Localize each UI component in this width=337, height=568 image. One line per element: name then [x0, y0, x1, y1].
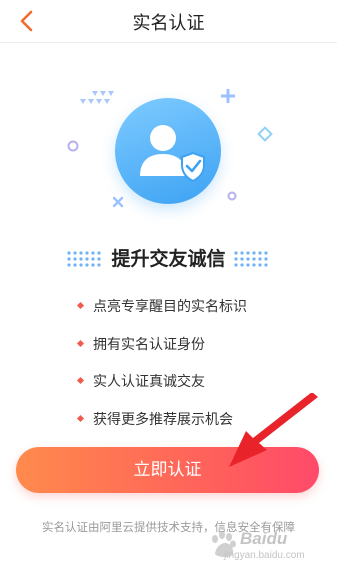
- watermark-brand: Baidu: [240, 529, 288, 548]
- ring-icon: [67, 140, 79, 152]
- small-ring-icon: [227, 191, 237, 201]
- avatar-badge: [115, 98, 221, 204]
- page-title: 实名认证: [132, 13, 205, 34]
- header-bar: 实名认证: [0, 0, 337, 43]
- watermark-url: jingyan.baidu.com: [224, 550, 305, 561]
- benefit-text: 拥有实名认证身份: [93, 336, 205, 353]
- diamond-bullet-icon: [76, 376, 85, 385]
- plus-icon: [221, 89, 235, 103]
- triangle-pattern-icon: [80, 91, 114, 104]
- benefit-text: 点亮专享醒目的实名标识: [93, 299, 247, 315]
- benefit-text: 实人认证真诚交友: [93, 374, 205, 390]
- diamond-bullet-icon: [76, 414, 85, 422]
- diamond-icon: [257, 126, 273, 142]
- verification-illustration: [0, 80, 337, 215]
- baidu-watermark: Baidu jingyan.baidu.com: [206, 526, 332, 564]
- slogan-heading: 提升交友诚信: [111, 248, 226, 270]
- dots-decoration-right-icon: [234, 251, 268, 267]
- diamond-bullet-icon: [76, 301, 85, 310]
- annotation-arrow-icon: [229, 393, 318, 467]
- slogan-row: 提升交友诚信: [0, 244, 337, 272]
- diamond-bullet-icon: [76, 339, 85, 347]
- user-shield-icon: [140, 125, 205, 183]
- benefit-text: 获得更多推荐展示机会: [93, 411, 233, 428]
